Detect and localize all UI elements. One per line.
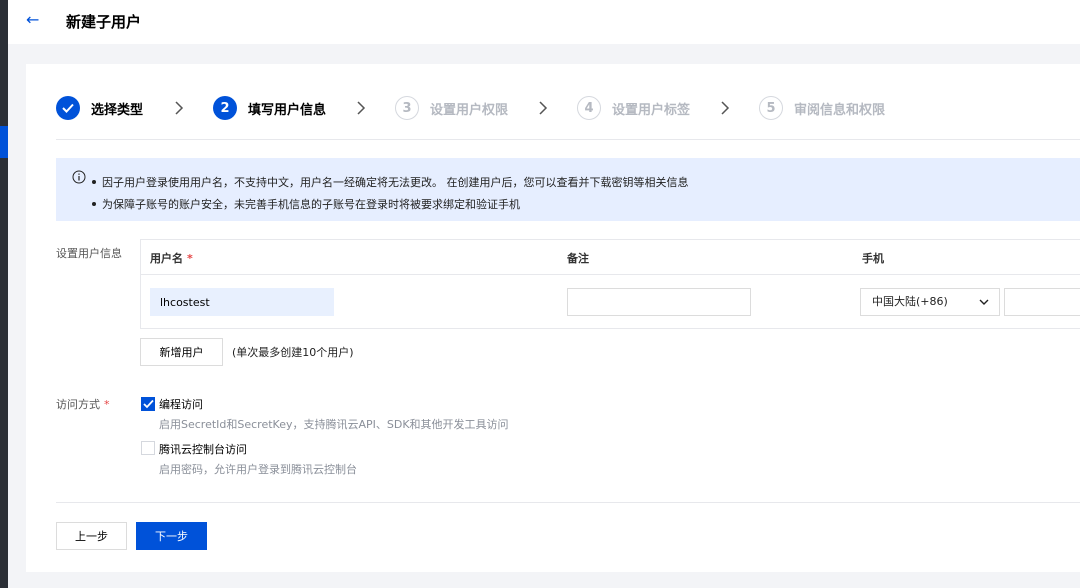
left-rail bbox=[0, 0, 8, 588]
chevron-right-icon bbox=[539, 101, 548, 115]
page-title: 新建子用户 bbox=[66, 13, 142, 31]
steps-bar: 选择类型 2 填写用户信息 3 设置用户权限 4 设置用户标签 5 审阅信息和权… bbox=[56, 96, 1080, 120]
step-number: 3 bbox=[395, 96, 419, 120]
programmatic-access-checkbox[interactable] bbox=[141, 397, 155, 411]
step-fill-user-info: 2 填写用户信息 bbox=[213, 96, 326, 120]
country-code-value: 中国大陆(+86) bbox=[872, 295, 948, 308]
divider bbox=[56, 502, 1080, 503]
phone-input[interactable] bbox=[1004, 288, 1080, 316]
back-arrow-icon[interactable]: ← bbox=[26, 10, 39, 30]
step-select-type: 选择类型 bbox=[56, 96, 143, 120]
chevron-right-icon bbox=[721, 101, 730, 115]
console-access-label[interactable]: 腾讯云控制台访问 bbox=[159, 441, 247, 457]
notice-banner: 因子用户登录使用用户名，不支持中文，用户名一经确定将无法更改。 在创建用户后，您… bbox=[56, 158, 1080, 221]
column-header-phone: 手机 bbox=[862, 252, 884, 265]
chevron-right-icon bbox=[175, 101, 184, 115]
country-code-select[interactable]: 中国大陆(+86) bbox=[860, 288, 1000, 316]
remark-input[interactable] bbox=[567, 288, 751, 316]
console-access-checkbox[interactable] bbox=[141, 441, 155, 455]
step-number: 2 bbox=[213, 96, 237, 120]
column-header-username: 用户名 * bbox=[150, 252, 193, 265]
add-user-button[interactable]: 新增用户 bbox=[140, 338, 223, 366]
next-step-button[interactable]: 下一步 bbox=[136, 522, 207, 550]
left-rail-highlight bbox=[0, 126, 8, 158]
chevron-down-icon bbox=[979, 299, 989, 305]
step-set-permissions: 3 设置用户权限 bbox=[395, 96, 508, 120]
step-number: 5 bbox=[759, 96, 783, 120]
column-header-remark: 备注 bbox=[567, 252, 589, 265]
check-icon bbox=[56, 96, 80, 120]
step-label: 设置用户标签 bbox=[612, 102, 691, 118]
divider bbox=[56, 139, 1080, 140]
check-icon bbox=[143, 399, 154, 409]
step-label: 设置用户权限 bbox=[430, 102, 509, 118]
add-user-hint: (单次最多创建10个用户) bbox=[232, 346, 354, 359]
step-set-tags: 4 设置用户标签 bbox=[577, 96, 690, 120]
user-info-table: 用户名* 备注 手机 中国大陆(+86) bbox=[140, 239, 1080, 329]
step-label: 审阅信息和权限 bbox=[794, 102, 886, 118]
info-icon bbox=[72, 170, 86, 184]
previous-step-button[interactable]: 上一步 bbox=[56, 522, 127, 550]
step-label: 选择类型 bbox=[91, 102, 144, 118]
console-access-description: 启用密码，允许用户登录到腾讯云控制台 bbox=[159, 463, 357, 476]
step-number: 4 bbox=[577, 96, 601, 120]
user-info-section-label: 设置用户信息 bbox=[56, 247, 122, 260]
table-divider bbox=[141, 274, 1080, 275]
form-card: 选择类型 2 填写用户信息 3 设置用户权限 4 设置用户标签 5 审阅信息和权… bbox=[26, 64, 1080, 572]
notice-line: 为保障子账号的账户安全，未完善手机信息的子账号在登录时将被要求绑定和验证手机 bbox=[92, 196, 520, 212]
programmatic-access-label[interactable]: 编程访问 bbox=[159, 396, 203, 412]
step-label: 填写用户信息 bbox=[248, 102, 327, 118]
chevron-right-icon bbox=[357, 101, 366, 115]
page-header: ← 新建子用户 bbox=[8, 0, 1080, 44]
username-input[interactable] bbox=[150, 288, 334, 316]
access-section-label: 访问方式 * bbox=[56, 398, 110, 411]
programmatic-access-description: 启用SecretId和SecretKey，支持腾讯云API、SDK和其他开发工具… bbox=[159, 418, 509, 431]
step-review: 5 审阅信息和权限 bbox=[759, 96, 885, 120]
notice-line: 因子用户登录使用用户名，不支持中文，用户名一经确定将无法更改。 在创建用户后，您… bbox=[92, 174, 689, 190]
